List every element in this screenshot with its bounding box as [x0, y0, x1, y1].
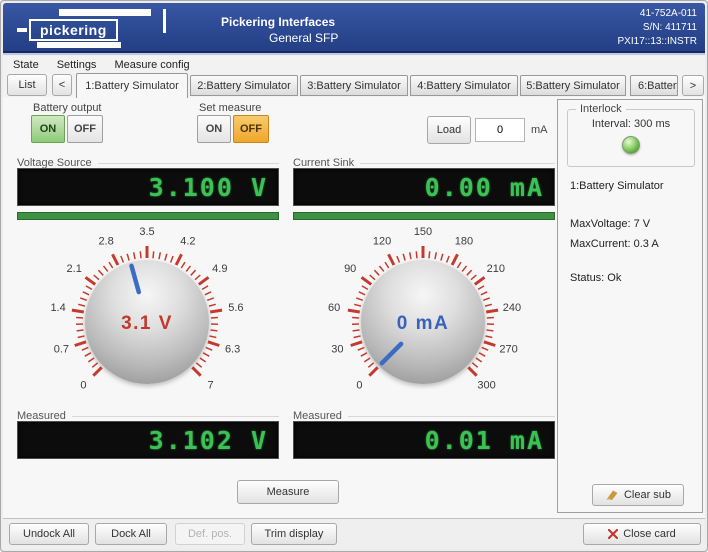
svg-text:150: 150	[414, 226, 432, 238]
card-info: 41-752A-011 S/N: 411711 PXI17::13::INSTR	[618, 7, 697, 49]
load-button[interactable]: Load	[427, 116, 471, 144]
svg-text:4.2: 4.2	[180, 236, 195, 248]
set-measure-label: Set measure	[199, 102, 261, 114]
app-title: Pickering Interfaces	[221, 15, 335, 29]
svg-text:3.5: 3.5	[139, 226, 154, 238]
logo-bracket	[151, 9, 166, 33]
undock-all-button[interactable]: Undock All	[9, 523, 89, 545]
header-accent-line	[3, 53, 705, 55]
card-name: 1:Battery Simulator	[570, 180, 664, 192]
bottom-bar: Undock All Dock All Def. pos. Trim displ…	[3, 518, 705, 549]
next-tab-button[interactable]: >	[682, 75, 704, 96]
serial-number: S/N: 411711	[618, 21, 697, 35]
header: pickering Pickering Interfaces General S…	[3, 3, 705, 53]
prev-tab-button[interactable]: <	[52, 74, 72, 96]
trim-display-button[interactable]: Trim display	[251, 523, 337, 545]
svg-text:5.6: 5.6	[228, 302, 243, 314]
general-sfp-window: pickering Pickering Interfaces General S…	[0, 0, 708, 552]
battery-output-on-button[interactable]: ON	[31, 115, 65, 143]
max-voltage-text: MaxVoltage: 7 V	[570, 218, 650, 230]
current-display: 0.00 mA	[293, 168, 555, 206]
svg-text:270: 270	[499, 344, 517, 356]
load-unit-label: mA	[531, 124, 548, 136]
def-pos-button[interactable]: Def. pos.	[175, 523, 245, 545]
svg-text:4.9: 4.9	[212, 263, 227, 275]
tab-battery-simulator-1[interactable]: 1:Battery Simulator	[76, 73, 188, 98]
svg-text:90: 90	[344, 263, 356, 275]
logo-dash	[17, 28, 27, 32]
menu-item-settings[interactable]: Settings	[57, 59, 97, 71]
measure-button[interactable]: Measure	[237, 480, 339, 504]
current-knob-ball[interactable]	[361, 260, 485, 384]
svg-text:0: 0	[356, 380, 362, 392]
model-number: 41-752A-011	[618, 7, 697, 21]
svg-text:7: 7	[208, 380, 214, 392]
battery-output-label: Battery output	[33, 102, 102, 114]
svg-text:210: 210	[487, 263, 505, 275]
tab-battery-simulator-3[interactable]: 3:Battery Simulator	[300, 75, 408, 96]
close-icon	[608, 529, 618, 539]
voltage-knob[interactable]: 00.71.42.12.83.54.24.95.66.373.1 V	[27, 224, 267, 420]
tab-battery-simulator-4[interactable]: 4:Battery Simulator	[410, 75, 518, 96]
menu-bar: State Settings Measure config	[3, 56, 705, 73]
close-card-button[interactable]: Close card	[583, 523, 701, 545]
logo-bar	[59, 9, 151, 16]
interlock-group: Interlock Interval: 300 ms	[567, 109, 695, 167]
svg-text:1.4: 1.4	[50, 302, 65, 314]
interlock-led-icon	[622, 136, 640, 154]
menu-item-state[interactable]: State	[13, 59, 39, 71]
list-button[interactable]: List	[7, 74, 47, 96]
current-knob[interactable]: 03060901201501802102402703000 mA	[303, 224, 543, 420]
voltage-display: 3.100 V	[17, 168, 279, 206]
logo-wordmark: pickering	[29, 19, 118, 41]
svg-text:2.8: 2.8	[98, 236, 113, 248]
tab-battery-simulator-5[interactable]: 5:Battery Simulator	[520, 75, 626, 96]
menu-item-measure-config[interactable]: Measure config	[114, 59, 189, 71]
current-slider[interactable]	[293, 212, 555, 220]
svg-text:240: 240	[503, 302, 521, 314]
interlock-legend: Interlock	[576, 103, 626, 115]
pickering-logo: pickering	[17, 8, 197, 48]
svg-text:6.3: 6.3	[225, 344, 240, 356]
svg-text:120: 120	[373, 236, 391, 248]
voltage-knob-ball[interactable]	[85, 260, 209, 384]
interlock-interval: Interval: 300 ms	[568, 118, 694, 130]
svg-text:300: 300	[477, 380, 495, 392]
current-measured-display: 0.01 mA	[293, 421, 555, 459]
side-panel: Interlock Interval: 300 ms 1:Battery Sim…	[557, 99, 703, 513]
status-text: Status: Ok	[570, 272, 621, 284]
visa-resource: PXI17::13::INSTR	[618, 35, 697, 49]
svg-text:30: 30	[331, 344, 343, 356]
set-measure-on-button[interactable]: ON	[197, 115, 231, 143]
svg-text:2.1: 2.1	[67, 263, 82, 275]
dock-all-button[interactable]: Dock All	[95, 523, 167, 545]
svg-text:0: 0	[80, 380, 86, 392]
tab-battery-simulator-2[interactable]: 2:Battery Simulator	[190, 75, 298, 96]
max-current-text: MaxCurrent: 0.3 A	[570, 238, 659, 250]
svg-text:180: 180	[455, 236, 473, 248]
load-input[interactable]	[475, 118, 525, 142]
clear-sub-icon	[605, 489, 619, 501]
tab-battery-simulator-6[interactable]: 6:Battery Simulator	[630, 75, 678, 96]
svg-text:60: 60	[328, 302, 340, 314]
app-subtitle: General SFP	[269, 31, 338, 45]
brand-text: pickering	[40, 22, 107, 38]
clear-sub-button[interactable]: Clear sub	[592, 484, 684, 506]
svg-text:0.7: 0.7	[54, 344, 69, 356]
voltage-slider[interactable]	[17, 212, 279, 220]
tab-strip: List < 1:Battery Simulator 2:Battery Sim…	[3, 73, 705, 97]
battery-output-off-button[interactable]: OFF	[67, 115, 103, 143]
voltage-measured-display: 3.102 V	[17, 421, 279, 459]
set-measure-off-button[interactable]: OFF	[233, 115, 269, 143]
logo-bar	[37, 42, 121, 48]
